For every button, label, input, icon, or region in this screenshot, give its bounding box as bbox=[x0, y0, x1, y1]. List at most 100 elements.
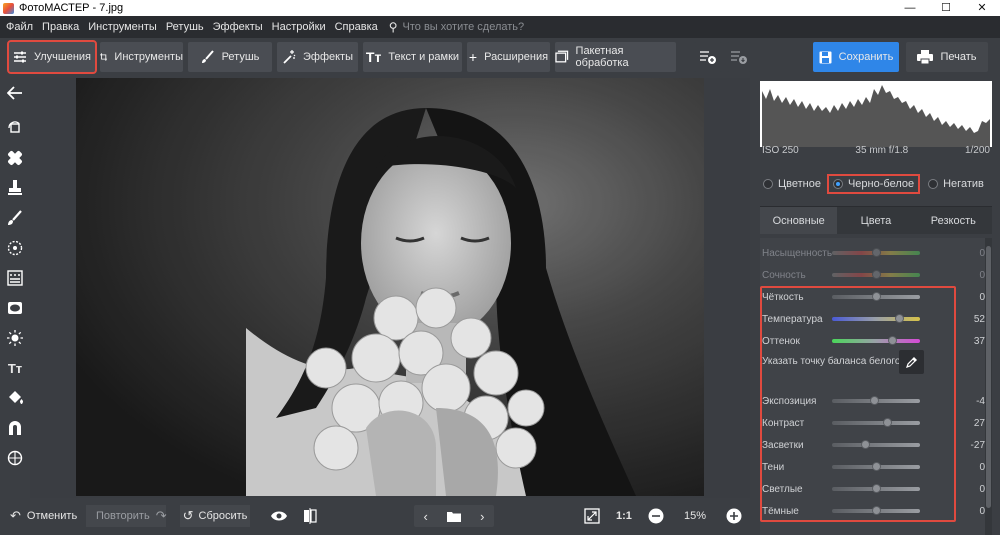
zoom-in-button[interactable] bbox=[726, 505, 742, 527]
stamp-icon[interactable] bbox=[5, 178, 25, 198]
actual-size-button[interactable]: 1:1 bbox=[616, 505, 632, 527]
tab-tools[interactable]: Инструменты bbox=[100, 42, 183, 72]
tab-effects[interactable]: Эффекты bbox=[277, 42, 358, 72]
menu-effects[interactable]: Эффекты bbox=[213, 21, 263, 33]
mode-color-radio[interactable] bbox=[763, 179, 773, 189]
menu-file[interactable]: Файл bbox=[6, 21, 33, 33]
slider-track[interactable] bbox=[832, 248, 920, 257]
menu-tools[interactable]: Инструменты bbox=[88, 21, 157, 33]
tab-basic[interactable]: Основные bbox=[760, 206, 838, 234]
slider-track[interactable] bbox=[832, 270, 920, 279]
app-logo-icon bbox=[3, 2, 14, 14]
magnet-icon[interactable] bbox=[5, 418, 25, 438]
menu-retouch[interactable]: Ретушь bbox=[166, 21, 204, 33]
heal-icon[interactable] bbox=[5, 148, 25, 168]
panel-scrollbar[interactable] bbox=[985, 238, 992, 535]
tab-enhance[interactable]: Улучшения bbox=[7, 40, 97, 74]
reset-button[interactable]: ↺ Сбросить bbox=[180, 505, 250, 527]
image-canvas[interactable] bbox=[30, 78, 750, 498]
menu-bar: Файл Правка Инструменты Ретушь Эффекты Н… bbox=[0, 16, 1000, 38]
slider-handle[interactable] bbox=[872, 270, 881, 279]
photo-illustration bbox=[76, 78, 704, 496]
maximize-button[interactable]: ☐ bbox=[928, 0, 964, 16]
slider-handle[interactable] bbox=[872, 484, 881, 493]
slider-handle[interactable] bbox=[872, 462, 881, 471]
back-arrow-icon[interactable] bbox=[5, 83, 25, 103]
eyedropper-button[interactable] bbox=[899, 350, 924, 374]
close-button[interactable]: ✕ bbox=[964, 0, 1000, 16]
redo-icon: ↷ bbox=[155, 508, 167, 523]
eyedropper-icon bbox=[905, 357, 917, 368]
menu-help[interactable]: Справка bbox=[335, 21, 378, 33]
redo-button[interactable]: Повторить ↷ bbox=[86, 505, 167, 527]
slider-handle[interactable] bbox=[894, 314, 904, 323]
slider-track[interactable] bbox=[832, 506, 920, 515]
next-image-icon[interactable]: › bbox=[480, 509, 484, 524]
slider-value: 37 bbox=[973, 335, 985, 347]
fit-screen-button[interactable] bbox=[584, 505, 600, 527]
slider-track[interactable] bbox=[832, 462, 920, 471]
light-icon[interactable] bbox=[5, 328, 25, 348]
tab-retouch[interactable]: Ретушь bbox=[188, 42, 272, 72]
radial-filter-icon[interactable] bbox=[5, 238, 25, 258]
slider-track[interactable] bbox=[832, 440, 920, 449]
exif-shutter: 1/200 bbox=[964, 145, 990, 156]
rotate-icon[interactable] bbox=[5, 118, 25, 138]
slider-track[interactable] bbox=[832, 336, 920, 345]
slider-value: 52 bbox=[973, 313, 985, 325]
preview-eye-button[interactable] bbox=[270, 505, 288, 527]
tab-extensions[interactable]: + Расширения bbox=[467, 42, 550, 72]
menu-edit[interactable]: Правка bbox=[42, 21, 79, 33]
mode-bw[interactable]: Черно-белое bbox=[826, 174, 921, 194]
tab-text-frames[interactable]: Tт Текст и рамки bbox=[363, 42, 462, 72]
slider-handle[interactable] bbox=[872, 292, 881, 301]
save-button[interactable]: Сохранить bbox=[813, 42, 899, 72]
slider-row: Сочность 0 bbox=[760, 264, 985, 286]
slider-handle[interactable] bbox=[872, 506, 881, 515]
slider-label: Оттенок bbox=[762, 335, 800, 347]
text-tool-icon[interactable]: Tт bbox=[5, 358, 25, 378]
menu-settings[interactable]: Настройки bbox=[272, 21, 326, 33]
histogram-graph bbox=[762, 85, 990, 147]
adjustment-sliders: Насыщенность 0 Сочность 0 Чёткость 0 Температу… bbox=[760, 238, 992, 535]
slider-row: Тени 0 bbox=[760, 456, 985, 478]
slider-track[interactable] bbox=[832, 396, 920, 405]
window-title: ФотоМАСТЕР - 7.jpg bbox=[19, 2, 124, 14]
brush-tool-icon[interactable] bbox=[5, 208, 25, 228]
minimize-button[interactable]: — bbox=[892, 0, 928, 16]
mode-negative[interactable]: Негатив bbox=[928, 178, 984, 190]
slider-handle[interactable] bbox=[887, 336, 897, 345]
undo-button[interactable]: ↶ Отменить bbox=[10, 505, 77, 527]
image-navigator: ‹ › bbox=[414, 505, 494, 527]
tab-sharpness[interactable]: Резкость bbox=[914, 206, 992, 234]
slider-track[interactable] bbox=[832, 292, 920, 301]
slider-handle[interactable] bbox=[870, 396, 880, 405]
menu-search[interactable]: ⚲ Что вы хотите сделать? bbox=[389, 20, 524, 34]
slider-track[interactable] bbox=[832, 418, 920, 427]
slider-track[interactable] bbox=[832, 484, 920, 493]
mode-bw-radio[interactable] bbox=[832, 179, 843, 189]
tab-batch[interactable]: Пакетная обработка bbox=[555, 42, 676, 72]
zoom-out-button[interactable] bbox=[648, 505, 664, 527]
fill-icon[interactable] bbox=[5, 388, 25, 408]
folder-icon[interactable] bbox=[446, 511, 461, 522]
slider-handle[interactable] bbox=[883, 418, 893, 427]
globe-icon[interactable] bbox=[5, 448, 25, 468]
slider-label: Экспозиция bbox=[762, 395, 817, 407]
prev-image-icon[interactable]: ‹ bbox=[424, 509, 428, 524]
slider-track[interactable] bbox=[832, 314, 920, 323]
slider-handle[interactable] bbox=[872, 248, 881, 257]
scrollbar-thumb[interactable] bbox=[986, 246, 991, 508]
presets-download-button[interactable] bbox=[727, 42, 751, 72]
slider-handle[interactable] bbox=[860, 440, 870, 449]
compare-button[interactable] bbox=[303, 505, 317, 527]
mode-negative-label: Негатив bbox=[943, 178, 984, 190]
presets-add-button[interactable] bbox=[694, 42, 722, 72]
zoom-level[interactable]: 15% bbox=[672, 505, 718, 527]
gradient-filter-icon[interactable] bbox=[5, 268, 25, 288]
print-button[interactable]: Печать bbox=[906, 42, 988, 72]
mode-negative-radio[interactable] bbox=[928, 179, 939, 189]
tab-colors[interactable]: Цвета bbox=[837, 206, 915, 234]
mode-color[interactable]: Цветное bbox=[763, 178, 821, 190]
vignette-icon[interactable] bbox=[5, 298, 25, 318]
